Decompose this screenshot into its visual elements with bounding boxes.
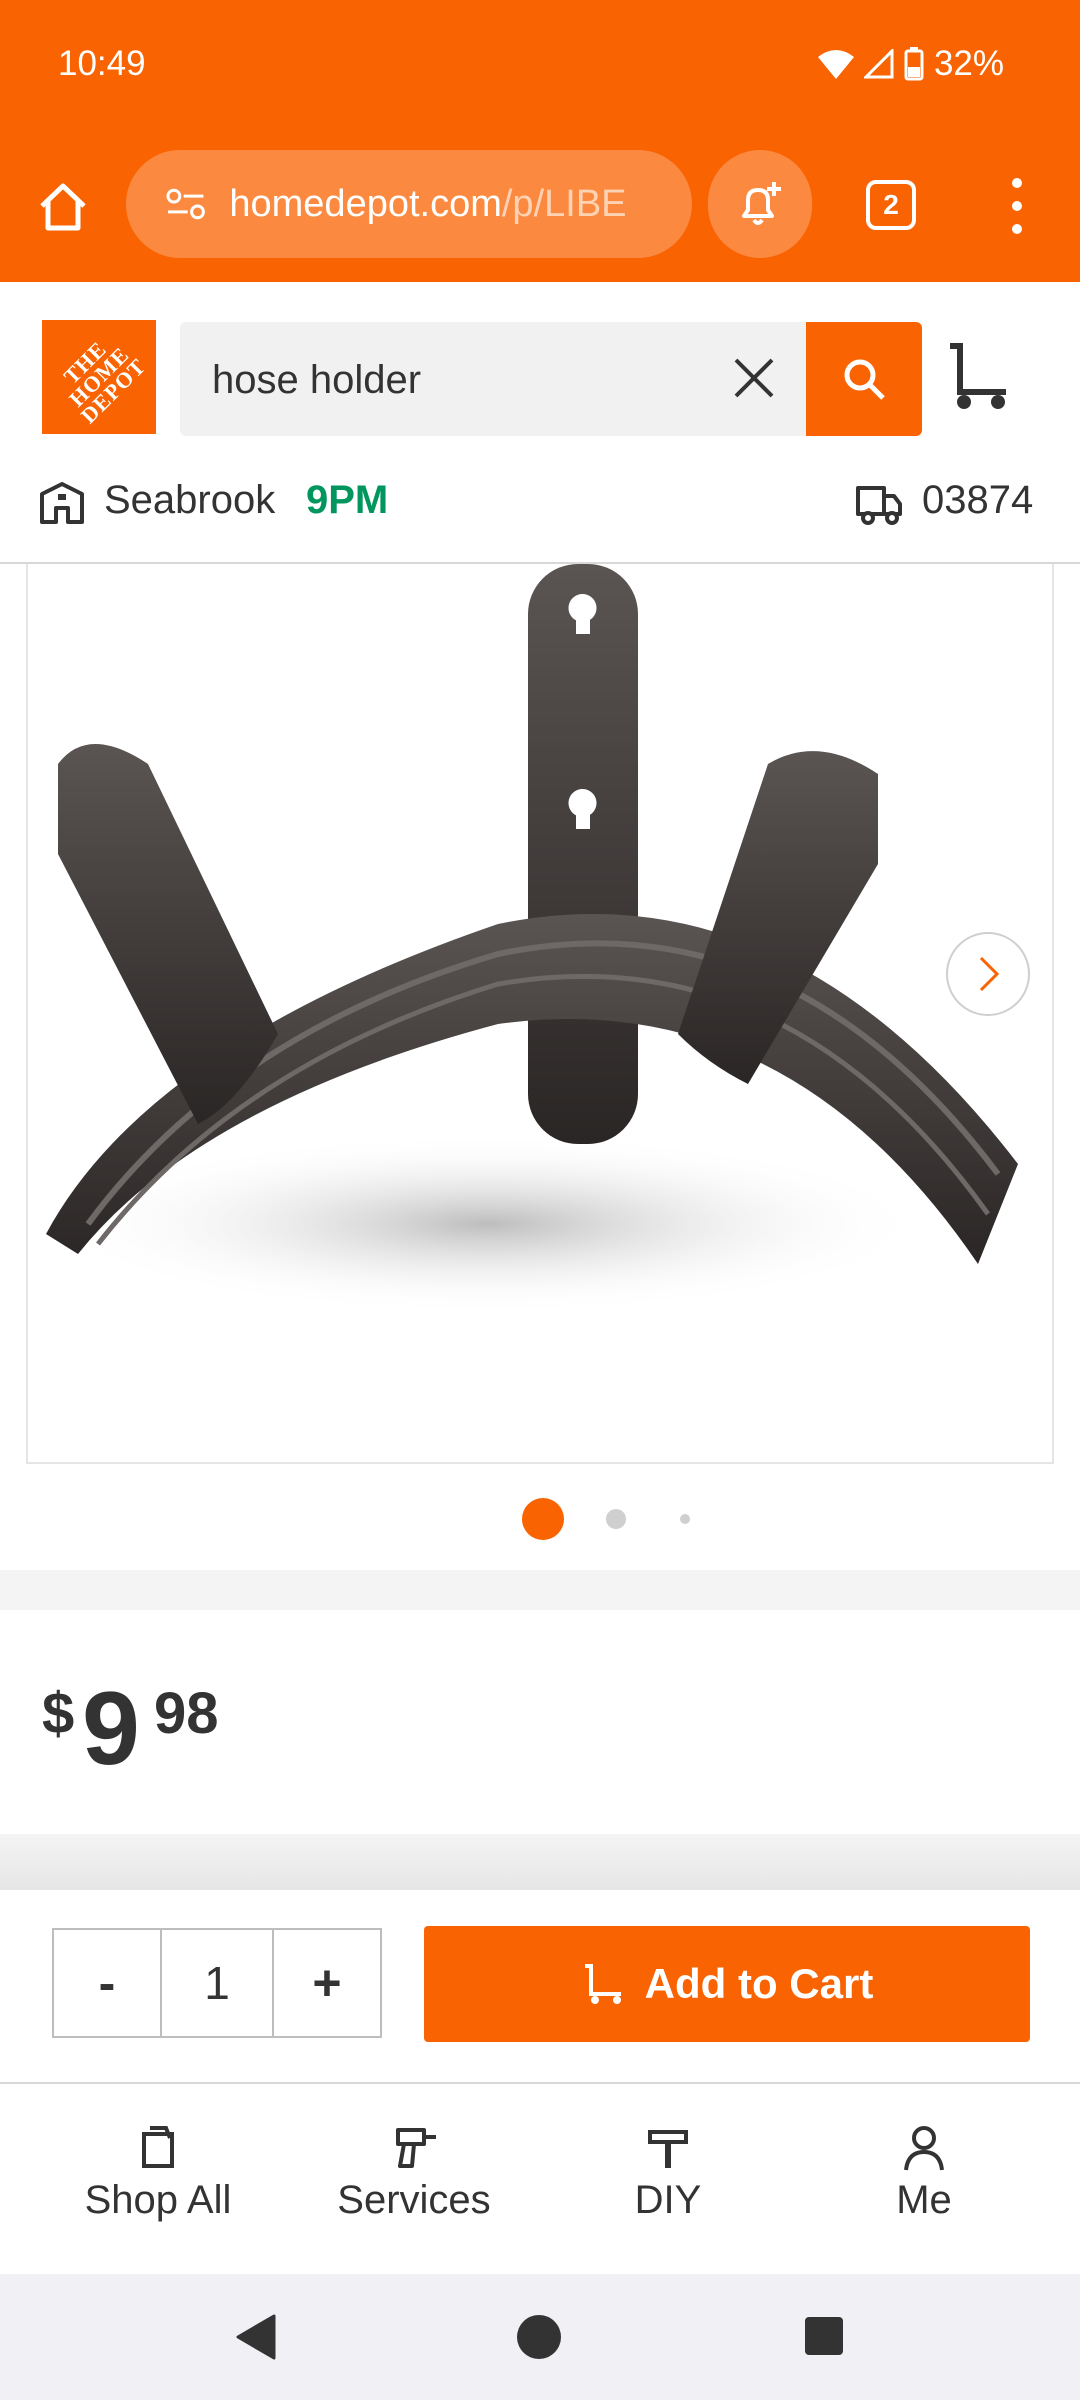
home-circle-icon[interactable] [516,2314,562,2360]
url-path: /p/LIBE [501,182,627,225]
nav-label: Services [337,2178,491,2222]
nav-label: Me [896,2178,952,2222]
browser-toolbar: homedepot.com/p/LIBE 2 [0,150,1080,260]
browser-chrome: 10:49 32% homedepot.com/p/LIBE 2 [0,0,1080,282]
product-image[interactable] [26,564,1054,1464]
bell-add-icon [742,182,781,225]
store-name[interactable]: Seabrook [104,478,275,523]
add-to-cart-label: Add to Cart [644,1960,874,2007]
home-depot-logo[interactable]: THE HOME DEPOT [42,320,156,434]
url-text: homedepot.com/p/LIBE [229,183,692,226]
hose-holder-illustration [46,564,1018,1314]
wifi-icon [817,50,854,79]
pager-dot[interactable] [606,1509,626,1529]
nav-services[interactable]: Services [284,2124,544,2223]
battery-icon [904,47,924,81]
store-icon [40,482,84,524]
search-query: hose holder [212,358,422,402]
store-hours: 9PM [306,478,389,522]
person-icon [904,2126,944,2171]
clear-icon[interactable] [728,352,780,404]
increase-quantity-button[interactable]: + [274,1930,380,2036]
shop-all-icon [142,2126,174,2168]
system-navigation-bar [0,2274,1080,2400]
cart-icon [584,1964,621,2004]
pager-dot[interactable] [680,1514,690,1524]
search-icon [844,359,885,400]
status-icons: 32% [817,44,1004,84]
image-pager [0,1494,1080,1544]
quantity-stepper: - 1 + [52,1928,382,2038]
tab-switcher-button[interactable]: 2 [866,180,916,230]
battery-percent: 32% [933,44,1004,83]
pager-dot-active[interactable] [522,1498,564,1540]
search-button[interactable] [806,322,922,436]
site-settings-icon [166,188,205,220]
quantity-input[interactable]: 1 [162,1930,274,2036]
price-cents: 98 [154,1681,219,1746]
overflow-menu-button[interactable] [1000,178,1034,234]
next-image-button[interactable] [946,932,1030,1016]
bottom-navigation: Shop All Services DIY Me [0,2082,1080,2274]
cart-icon[interactable] [944,340,1010,412]
home-icon [40,183,86,231]
nav-me[interactable]: Me [794,2124,1054,2223]
section-divider [0,1570,1080,1610]
address-bar[interactable]: homedepot.com/p/LIBE [126,150,692,258]
nav-diy[interactable]: DIY [538,2124,798,2223]
chevron-right-icon [979,956,1000,992]
delivery-zip[interactable]: 03874 [922,478,1033,523]
signal-icon [863,49,894,79]
add-to-cart-button[interactable]: Add to Cart [424,1926,1030,2042]
back-icon[interactable] [236,2314,276,2360]
status-time: 10:49 [58,44,146,83]
delivery-truck-icon [856,486,902,525]
url-domain: homedepot.com [229,182,502,225]
notify-button[interactable] [708,150,812,258]
recents-icon[interactable] [804,2316,844,2356]
nav-shop-all[interactable]: Shop All [28,2124,288,2223]
search-input[interactable]: hose holder [180,322,808,436]
store-bar: Seabrook 9PM 03874 [0,460,1080,564]
decrease-quantity-button[interactable]: - [54,1930,162,2036]
services-drill-icon [396,2128,436,2168]
nav-label: Shop All [84,2178,232,2222]
price-currency: $ [42,1681,75,1746]
price-dollars: 9 [82,1671,140,1787]
diy-hammer-icon [648,2130,688,2168]
nav-label: DIY [634,2178,702,2222]
section-divider [0,1834,1080,1890]
home-button[interactable] [30,174,96,240]
